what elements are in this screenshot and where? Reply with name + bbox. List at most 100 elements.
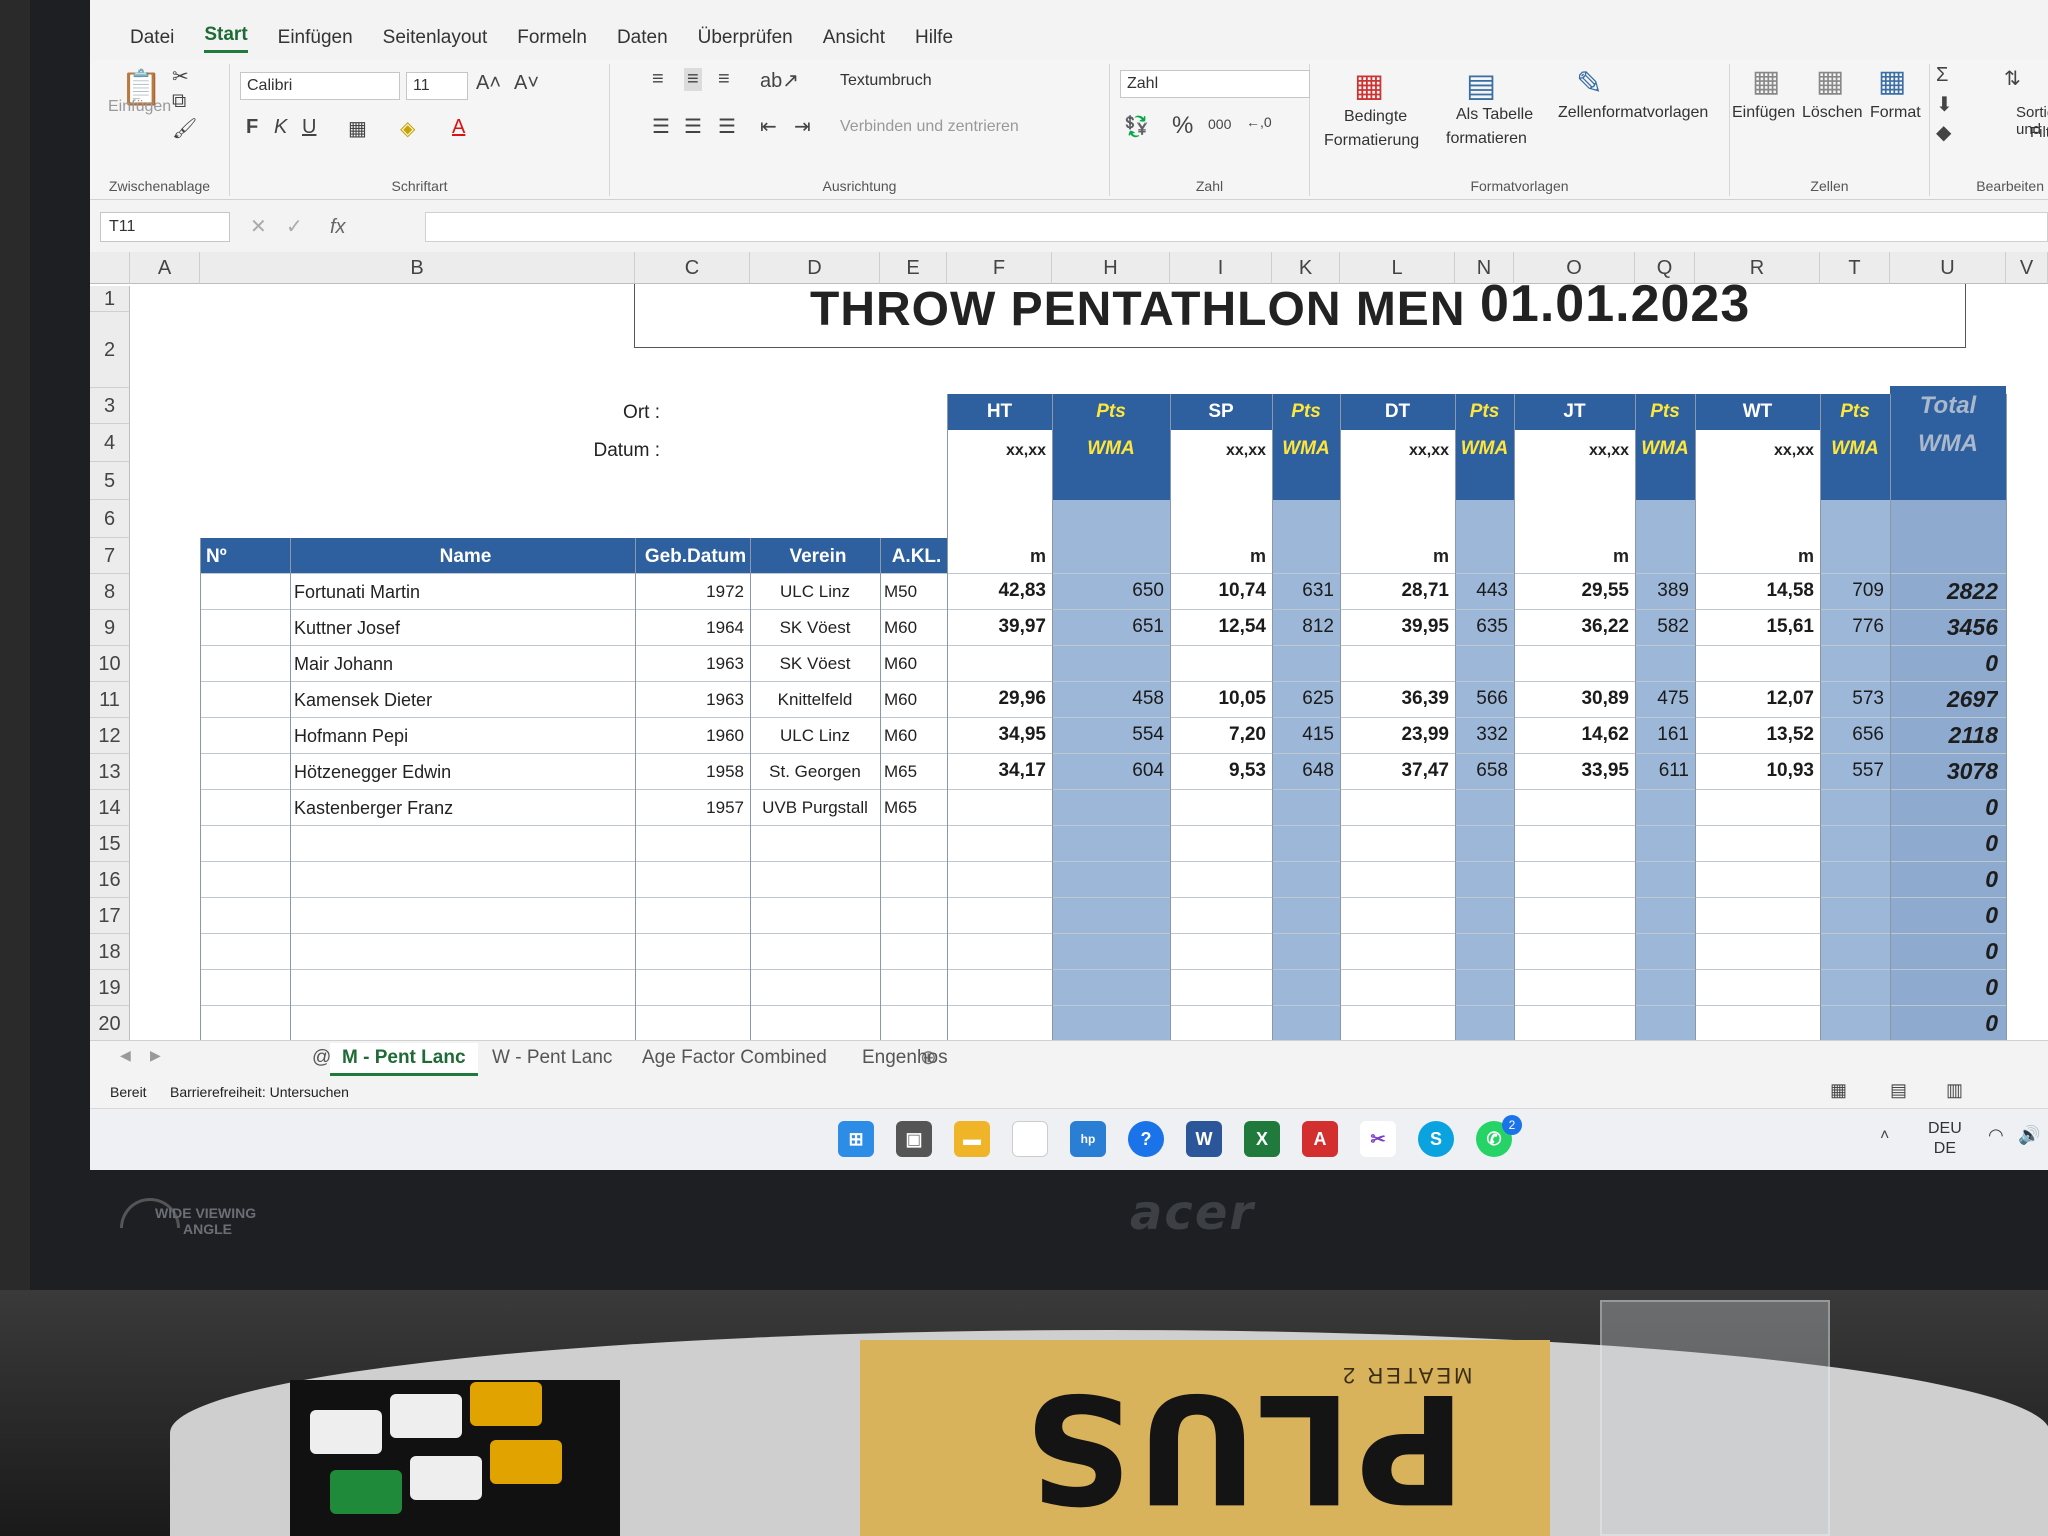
- align-right-icon[interactable]: ☰: [718, 114, 736, 139]
- event-result[interactable]: 34,17: [947, 760, 1046, 782]
- event-result[interactable]: 14,58: [1695, 580, 1814, 602]
- sheet-tab[interactable]: Age Factor Combined: [630, 1043, 839, 1073]
- align-middle-icon[interactable]: ≡: [684, 68, 702, 91]
- athlete-birth-year[interactable]: 1964: [635, 618, 744, 638]
- row-header[interactable]: 12: [90, 718, 130, 754]
- event-points[interactable]: 389: [1635, 580, 1689, 602]
- athlete-club[interactable]: SK Vöest: [750, 618, 880, 638]
- align-bottom-icon[interactable]: ≡: [718, 68, 730, 91]
- athlete-name[interactable]: Kamensek Dieter: [294, 690, 633, 711]
- next-sheet-icon[interactable]: ▶: [150, 1047, 161, 1064]
- format-as-table-icon[interactable]: ▤: [1466, 66, 1496, 104]
- delete-cells-icon[interactable]: ▦: [1816, 64, 1844, 99]
- event-result[interactable]: 39,95: [1340, 616, 1449, 638]
- event-points[interactable]: 458: [1052, 688, 1164, 710]
- event-points[interactable]: 812: [1272, 616, 1334, 638]
- italic-button[interactable]: K: [274, 116, 287, 139]
- empty-row-total[interactable]: 0: [1890, 974, 1998, 1001]
- athlete-birth-year[interactable]: 1963: [635, 654, 744, 674]
- row-header[interactable]: 4: [90, 424, 130, 462]
- athlete-name[interactable]: Hötzenegger Edwin: [294, 762, 633, 783]
- decrease-indent-icon[interactable]: ⇤: [760, 114, 777, 139]
- underline-button[interactable]: U: [302, 116, 316, 139]
- file-explorer-icon[interactable]: ▬: [954, 1121, 990, 1157]
- autosum-button[interactable]: Σ: [1936, 64, 1948, 87]
- fill-icon[interactable]: ⬇: [1936, 92, 1953, 117]
- page-break-icon[interactable]: ▥: [1946, 1080, 1963, 1101]
- event-points[interactable]: 604: [1052, 760, 1164, 782]
- task-view-icon[interactable]: ▣: [896, 1121, 932, 1157]
- event-result[interactable]: 10,05: [1170, 688, 1266, 710]
- athlete-total[interactable]: 2822: [1890, 578, 1998, 605]
- excel-icon[interactable]: X: [1244, 1121, 1280, 1157]
- column-header[interactable]: H: [1052, 252, 1170, 284]
- row-header[interactable]: 11: [90, 682, 130, 718]
- wrap-text-button[interactable]: Textumbruch: [840, 72, 932, 90]
- event-points[interactable]: 332: [1455, 724, 1508, 746]
- ribbon-tab[interactable]: Hilfe: [915, 27, 953, 49]
- athlete-club[interactable]: ULC Linz: [750, 726, 880, 746]
- shrink-font-icon[interactable]: A˅: [514, 72, 539, 95]
- row-header[interactable]: 20: [90, 1006, 130, 1042]
- sort-filter-label-2[interactable]: Filtern: [2030, 124, 2048, 141]
- prev-sheet-icon[interactable]: ◀: [120, 1047, 131, 1064]
- font-color-icon[interactable]: A: [452, 116, 465, 139]
- event-result[interactable]: 28,71: [1340, 580, 1449, 602]
- column-header[interactable]: E: [880, 252, 947, 284]
- ribbon-tab[interactable]: Daten: [617, 27, 668, 49]
- athlete-age-class[interactable]: M50: [884, 582, 947, 602]
- athlete-total[interactable]: 2697: [1890, 686, 1998, 713]
- event-points[interactable]: 557: [1820, 760, 1884, 782]
- athlete-club[interactable]: UVB Purgstall: [750, 798, 880, 818]
- column-header[interactable]: F: [947, 252, 1052, 284]
- cancel-icon[interactable]: ✕: [250, 214, 267, 239]
- fill-color-icon[interactable]: ◈: [400, 116, 415, 141]
- athlete-name[interactable]: Mair Johann: [294, 654, 633, 675]
- event-points[interactable]: 443: [1455, 580, 1508, 602]
- event-points[interactable]: 656: [1820, 724, 1884, 746]
- name-box[interactable]: T11: [100, 212, 230, 242]
- event-points[interactable]: 631: [1272, 580, 1334, 602]
- ribbon-tab[interactable]: Start: [204, 24, 248, 53]
- tray-chevron-icon[interactable]: ˄: [1880, 1127, 1889, 1145]
- event-points[interactable]: 415: [1272, 724, 1334, 746]
- row-header[interactable]: 19: [90, 970, 130, 1006]
- ribbon-tab[interactable]: Ansicht: [823, 27, 885, 49]
- ribbon-tab[interactable]: Formeln: [517, 27, 587, 49]
- event-result[interactable]: 30,89: [1514, 688, 1629, 710]
- athlete-name[interactable]: Hofmann Pepi: [294, 726, 633, 747]
- worksheet-grid[interactable]: THROW PENTATHLON MEN 01.01.2023 Ort : Da…: [90, 252, 2048, 1052]
- paste-button[interactable]: Einfügen: [108, 98, 171, 116]
- volume-icon[interactable]: 🔊: [2018, 1125, 2040, 1146]
- event-points[interactable]: 635: [1455, 616, 1508, 638]
- row-header[interactable]: 7: [90, 538, 130, 574]
- event-result[interactable]: 39,97: [947, 616, 1046, 638]
- column-header[interactable]: C: [635, 252, 750, 284]
- athlete-birth-year[interactable]: 1972: [635, 582, 744, 602]
- athlete-total[interactable]: 0: [1890, 794, 1998, 821]
- insert-cells-button[interactable]: Einfügen: [1732, 104, 1795, 122]
- conditional-format-label-2[interactable]: Formatierung: [1324, 132, 1419, 150]
- event-result[interactable]: 36,22: [1514, 616, 1629, 638]
- cell-styles-button[interactable]: Zellenformatvorlagen: [1558, 104, 1708, 122]
- format-cells-button[interactable]: Format: [1870, 104, 1921, 122]
- column-header[interactable]: V: [2006, 252, 2048, 284]
- column-header[interactable]: N: [1455, 252, 1514, 284]
- cell-styles-icon[interactable]: ✎: [1576, 64, 1603, 102]
- orientation-icon[interactable]: ab↗: [760, 68, 799, 93]
- percent-button[interactable]: %: [1172, 112, 1193, 140]
- ribbon-tab[interactable]: Seitenlayout: [383, 27, 488, 49]
- cut-icon[interactable]: ✂: [172, 64, 189, 89]
- number-format-select[interactable]: Zahl: [1120, 70, 1310, 98]
- empty-row-total[interactable]: 0: [1890, 938, 1998, 965]
- event-result[interactable]: 10,74: [1170, 580, 1266, 602]
- athlete-age-class[interactable]: M60: [884, 654, 947, 674]
- grow-font-icon[interactable]: A˄: [476, 72, 501, 95]
- notepad-icon[interactable]: [1012, 1121, 1048, 1157]
- font-name-select[interactable]: Calibri: [240, 72, 400, 100]
- event-result[interactable]: 12,54: [1170, 616, 1266, 638]
- athlete-birth-year[interactable]: 1963: [635, 690, 744, 710]
- event-result[interactable]: 15,61: [1695, 616, 1814, 638]
- event-points[interactable]: 648: [1272, 760, 1334, 782]
- conditional-format-icon[interactable]: ▦: [1354, 66, 1384, 104]
